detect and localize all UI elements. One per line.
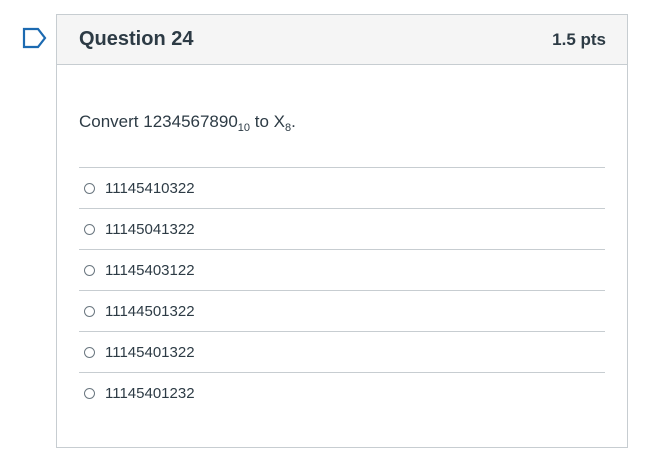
answer-label[interactable]: 11145410322 — [105, 180, 195, 197]
radio-button[interactable] — [84, 388, 95, 399]
radio-button[interactable] — [84, 223, 95, 235]
answer-option[interactable]: 11145041322 — [79, 209, 605, 250]
answer-option[interactable]: 11145401322 — [79, 332, 605, 373]
radio-button[interactable] — [84, 346, 95, 358]
question-text-mid: to X — [250, 112, 286, 131]
answer-label[interactable]: 11145401322 — [105, 344, 195, 361]
answer-option[interactable]: 11144501322 — [79, 291, 605, 332]
answer-option[interactable]: 11145410322 — [79, 168, 605, 209]
answer-label[interactable]: 11145403122 — [105, 262, 195, 279]
radio-button[interactable] — [84, 264, 95, 276]
question-points: 1.5 pts — [552, 29, 606, 49]
answer-label[interactable]: 11144501322 — [105, 303, 195, 320]
bookmark-flag-icon[interactable] — [22, 27, 48, 49]
answer-list: 11145410322 11145041322 11145403122 1114… — [79, 167, 605, 414]
question-card: Question 24 1.5 pts Convert 123456789010… — [56, 14, 628, 448]
answer-option[interactable]: 11145401232 — [79, 373, 605, 414]
radio-button[interactable] — [84, 182, 95, 194]
question-title: Question 24 — [79, 28, 194, 50]
answer-option[interactable]: 11145403122 — [79, 250, 605, 291]
question-text-base-from: 10 — [237, 122, 251, 134]
question-text-suffix: . — [291, 112, 296, 131]
question-text-prefix: Convert 1234567890 — [79, 112, 238, 131]
question-text: Convert 123456789010 to X8. — [79, 112, 605, 136]
answer-label[interactable]: 11145401232 — [105, 385, 195, 402]
question-body: Convert 123456789010 to X8. 11145410322 … — [57, 112, 627, 414]
radio-button[interactable] — [84, 305, 95, 317]
question-header: Question 24 1.5 pts — [57, 15, 627, 65]
answer-label[interactable]: 11145041322 — [105, 221, 195, 238]
